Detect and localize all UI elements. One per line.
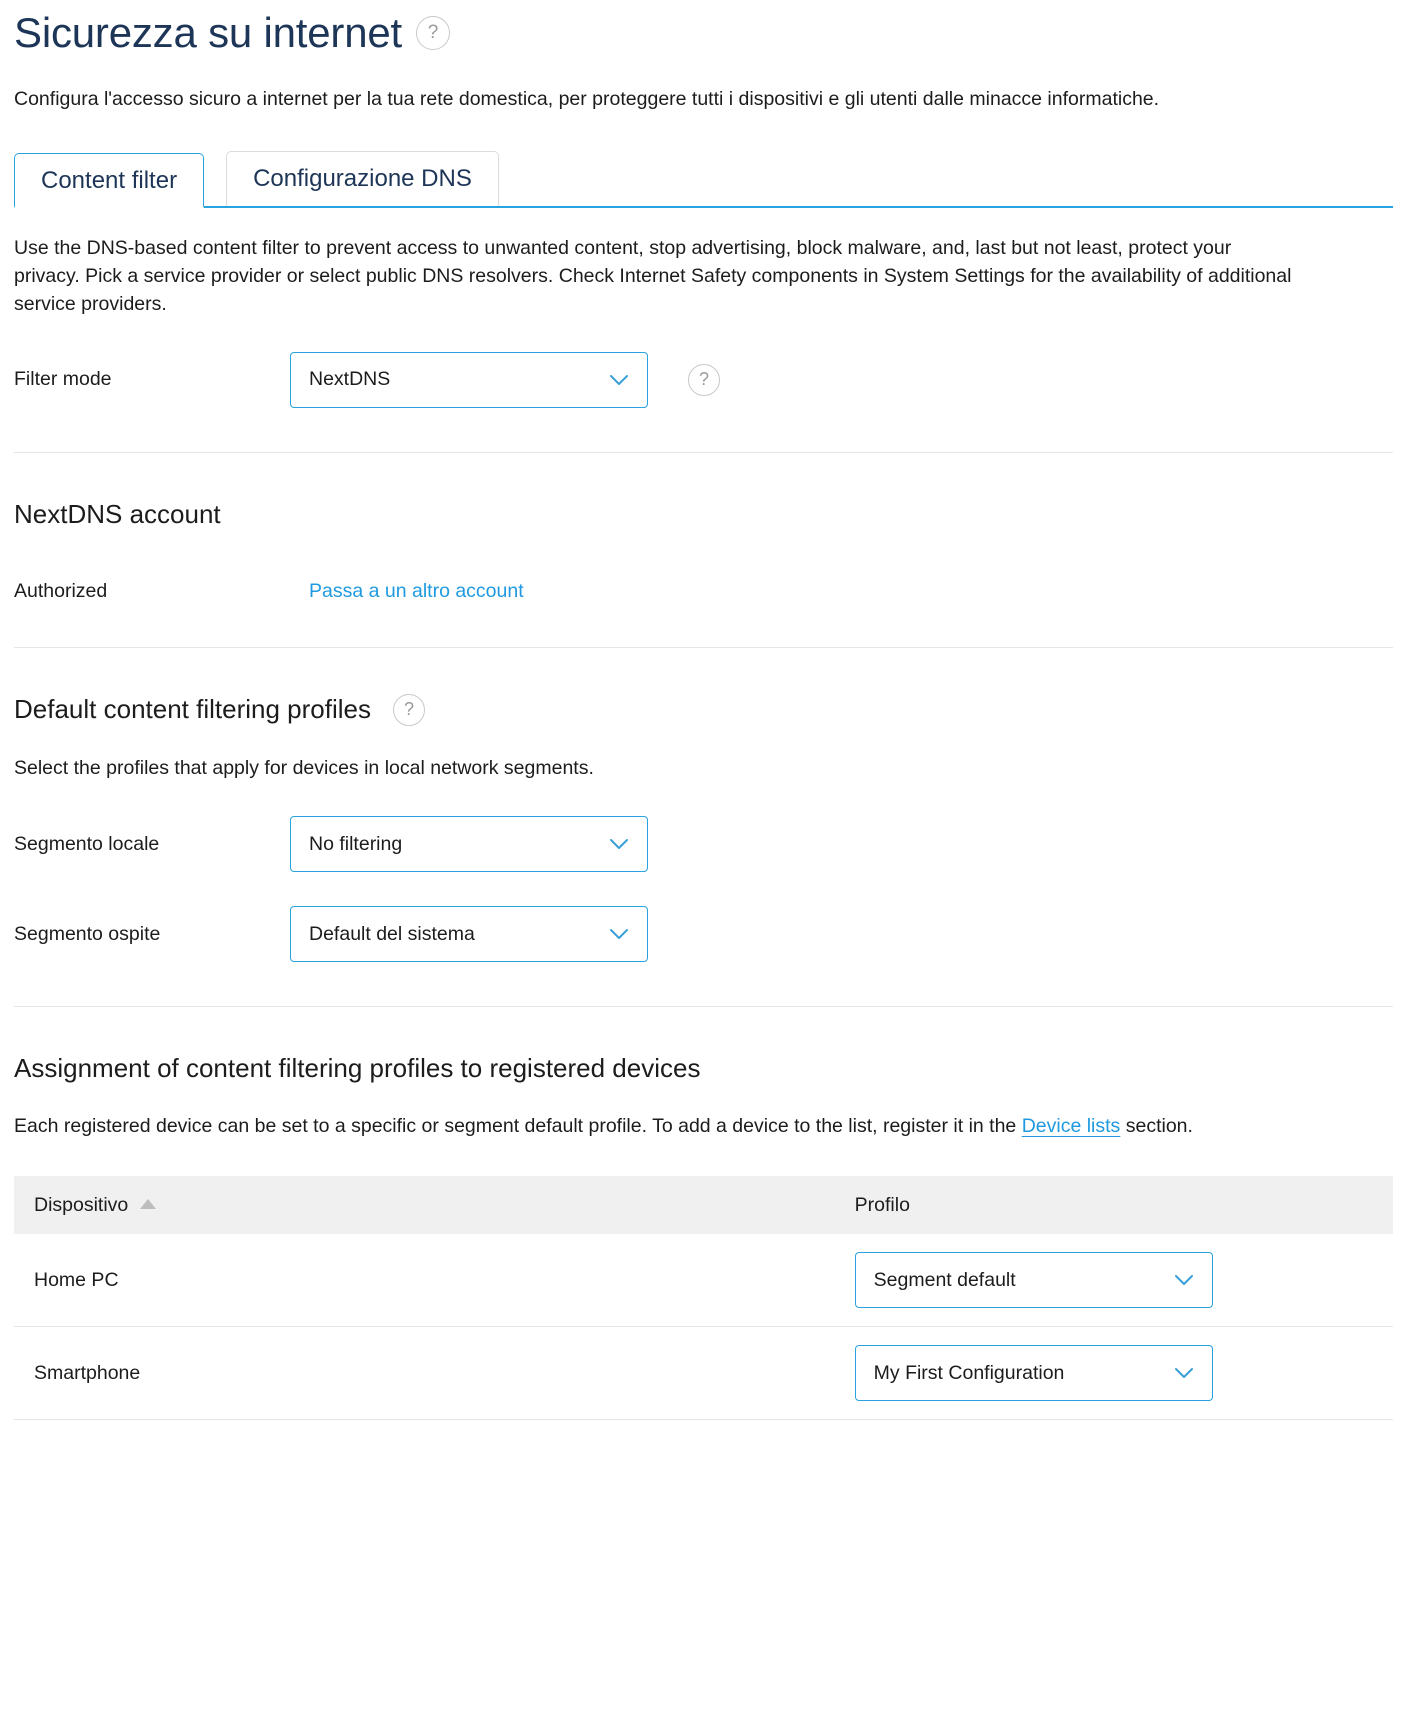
assignment-description: Each registered device can be set to a s… [14,1112,1393,1140]
table-row: Home PC Segment default [14,1234,1393,1327]
device-profile-value: My First Configuration [874,1362,1065,1385]
filter-mode-help-icon[interactable]: ? [688,364,720,396]
chevron-down-icon [1174,1274,1194,1286]
table-header-row: Dispositivo Profilo [14,1176,1393,1234]
column-header-profile-label: Profilo [855,1194,910,1216]
divider [14,1006,1393,1007]
device-profile-select[interactable]: Segment default [855,1252,1213,1308]
divider [14,647,1393,648]
segment-guest-select[interactable]: Default del sistema [290,906,648,962]
filter-mode-row: Filter mode NextDNS ? [14,352,1393,408]
chevron-down-icon [1174,1367,1194,1379]
device-profile-cell: Segment default [835,1234,1393,1327]
assignment-description-after: section. [1120,1115,1193,1137]
assignment-heading-label: Assignment of content filtering profiles… [14,1053,700,1084]
authorized-row: Authorized Passa a un altro account [14,580,1393,603]
segment-local-label: Segmento locale [14,833,290,856]
tab-content-filter[interactable]: Content filter [14,153,204,208]
device-profile-table: Dispositivo Profilo Home PC Segment defa… [14,1176,1393,1420]
nextdns-account-heading: NextDNS account [14,499,1393,530]
segment-local-value: No filtering [309,833,402,856]
divider [14,452,1393,453]
segment-local-select[interactable]: No filtering [290,816,648,872]
page-intro-text: Configura l'accesso sicuro a internet pe… [14,86,1254,114]
default-profiles-heading: Default content filtering profiles ? [14,694,1393,726]
assignment-description-before: Each registered device can be set to a s… [14,1115,1022,1137]
default-profiles-subtitle: Select the profiles that apply for devic… [14,754,1393,782]
table-body: Home PC Segment default Smartphone My Fi… [14,1234,1393,1420]
default-profiles-heading-label: Default content filtering profiles [14,694,371,725]
help-icon[interactable]: ? [416,16,450,50]
device-name-cell: Home PC [14,1234,835,1327]
device-lists-link[interactable]: Device lists [1022,1115,1121,1137]
tab-bar: Content filter Configurazione DNS [14,152,1393,208]
default-profiles-help-icon[interactable]: ? [393,694,425,726]
device-profile-select[interactable]: My First Configuration [855,1345,1213,1401]
page-header: Sicurezza su internet ? [14,0,1393,62]
device-name-cell: Smartphone [14,1327,835,1420]
column-header-profile[interactable]: Profilo [835,1176,1393,1234]
content-filter-description: Use the DNS-based content filter to prev… [14,234,1294,318]
sort-ascending-icon [140,1199,156,1209]
column-header-device-label: Dispositivo [34,1194,128,1216]
segment-local-row: Segmento locale No filtering [14,816,1393,872]
switch-account-link[interactable]: Passa a un altro account [309,580,524,603]
segment-guest-label: Segmento ospite [14,923,290,946]
chevron-down-icon [609,838,629,850]
device-profile-cell: My First Configuration [835,1327,1393,1420]
table-head: Dispositivo Profilo [14,1176,1393,1234]
filter-mode-label: Filter mode [14,368,290,391]
assignment-heading: Assignment of content filtering profiles… [14,1053,1393,1084]
table-row: Smartphone My First Configuration [14,1327,1393,1420]
page-title: Sicurezza su internet [14,10,402,56]
authorized-label: Authorized [14,580,309,603]
tab-dns-configuration[interactable]: Configurazione DNS [226,151,499,206]
segment-guest-value: Default del sistema [309,923,475,946]
filter-mode-value: NextDNS [309,368,390,391]
column-header-device[interactable]: Dispositivo [14,1176,835,1234]
filter-mode-select[interactable]: NextDNS [290,352,648,408]
device-profile-value: Segment default [874,1269,1016,1292]
nextdns-account-heading-label: NextDNS account [14,499,221,530]
chevron-down-icon [609,928,629,940]
chevron-down-icon [609,374,629,386]
internet-security-page: Sicurezza su internet ? Configura l'acce… [0,0,1407,1420]
segment-guest-row: Segmento ospite Default del sistema [14,906,1393,962]
